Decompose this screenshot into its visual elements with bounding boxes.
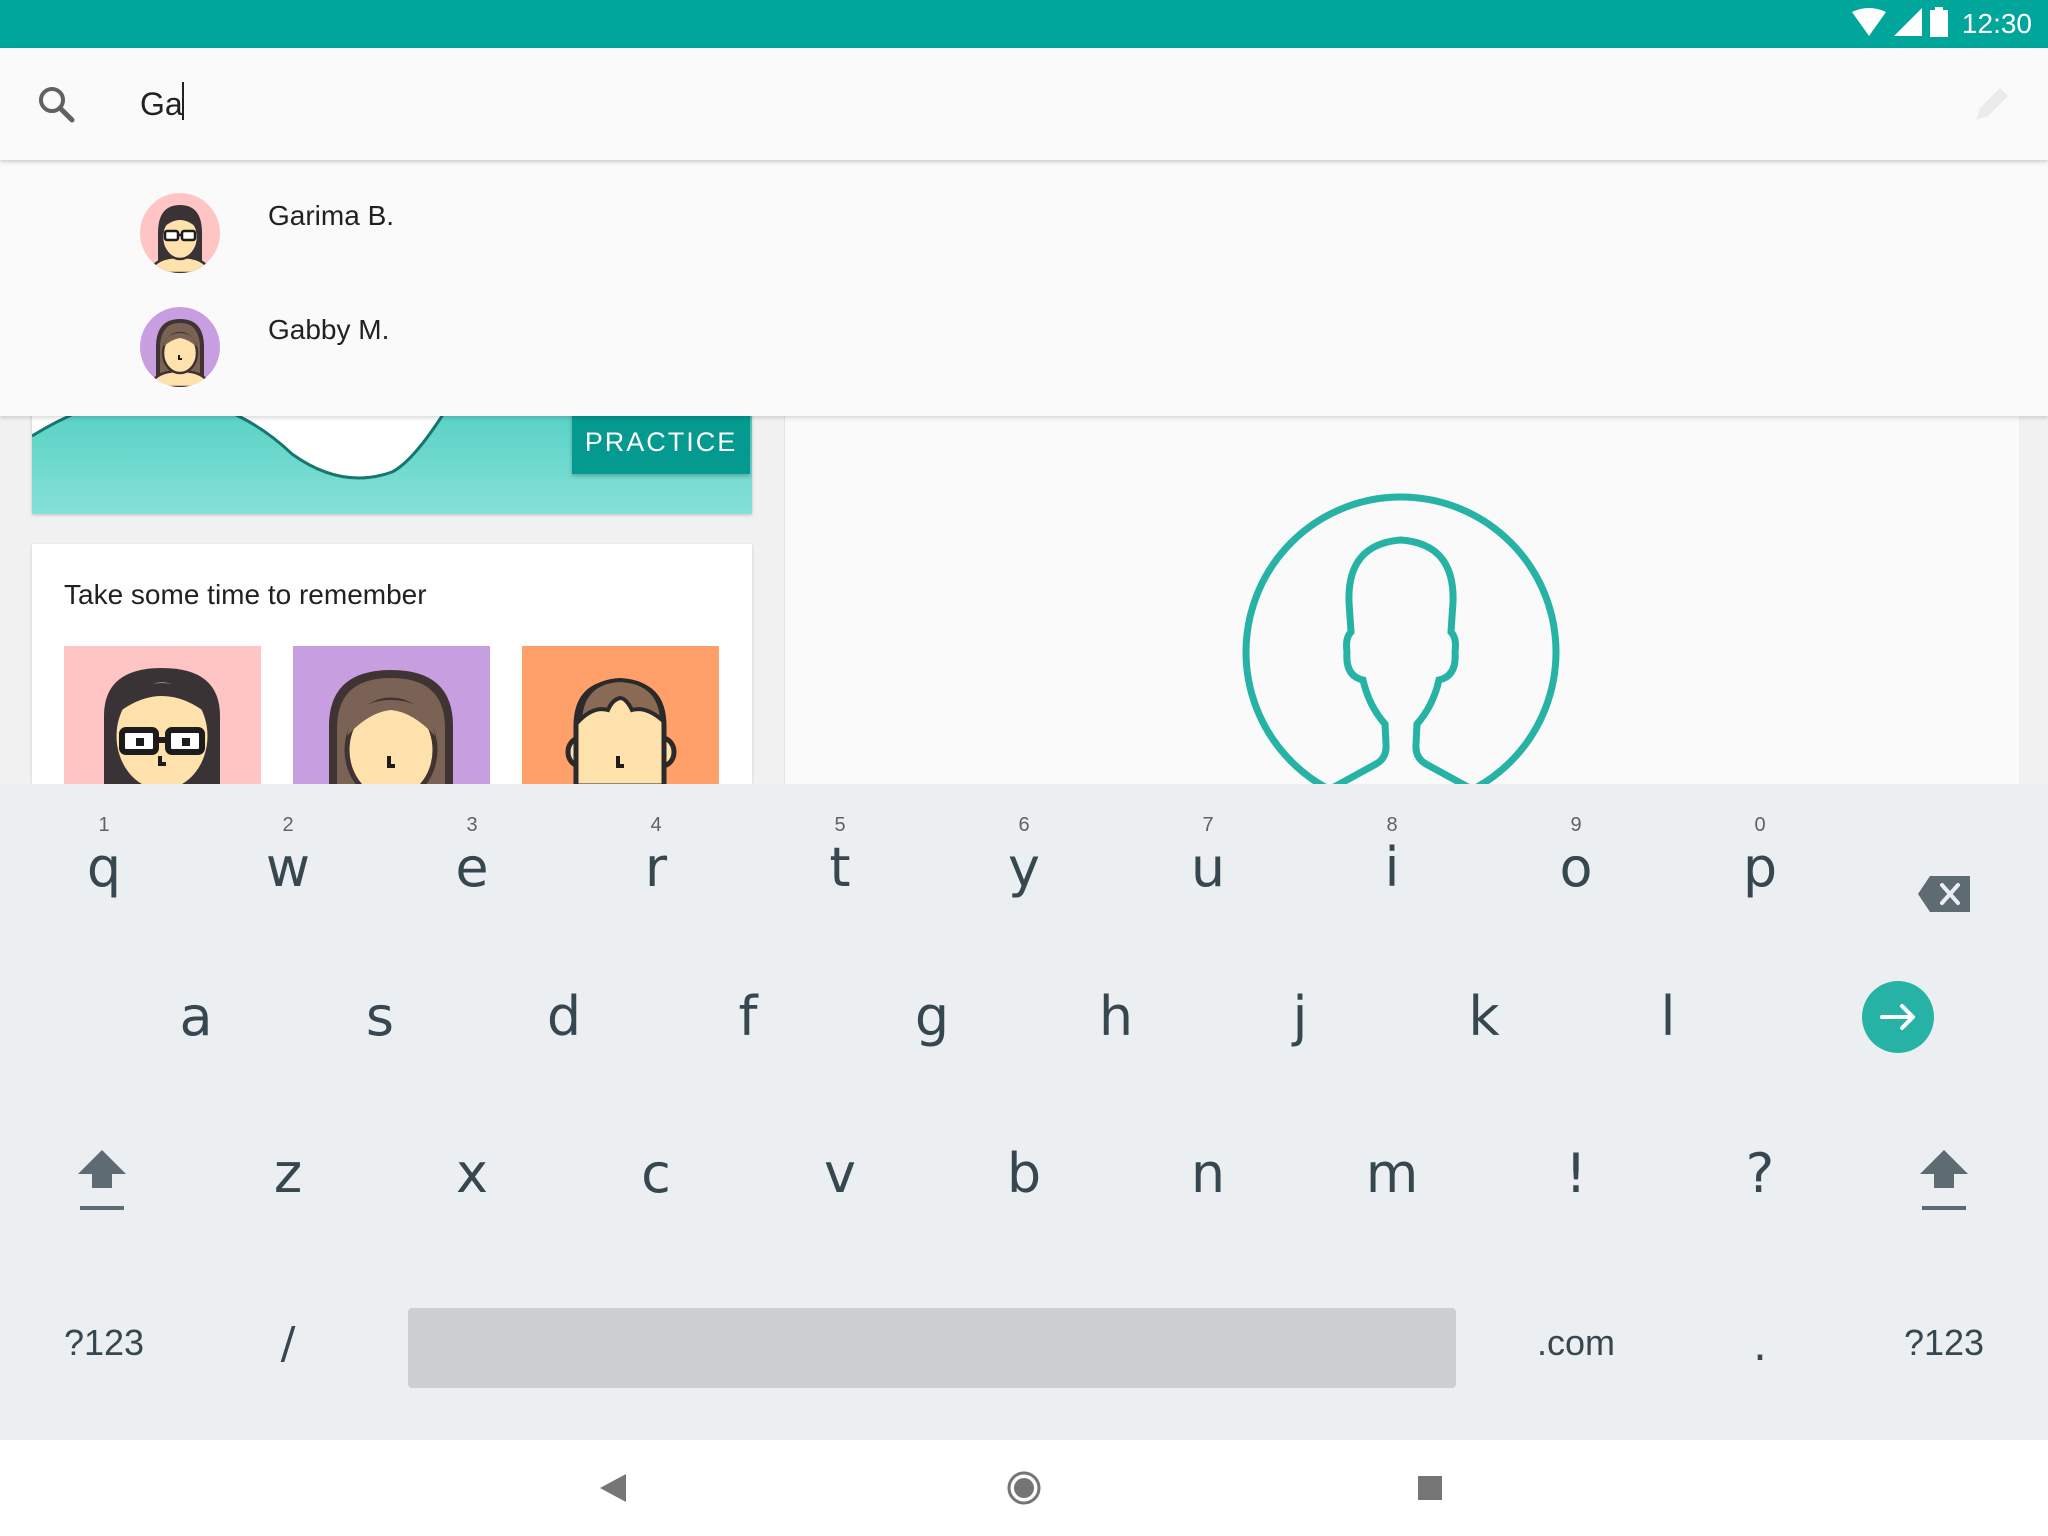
edit-icon[interactable] xyxy=(1972,84,2012,129)
key-k[interactable]: k xyxy=(1392,941,1576,1091)
key-b[interactable]: b xyxy=(932,1098,1116,1248)
key-m[interactable]: m xyxy=(1300,1098,1484,1248)
key-t[interactable]: 5t xyxy=(748,784,932,934)
search-icon xyxy=(36,84,76,129)
key-h[interactable]: h xyxy=(1024,941,1208,1091)
backspace-key[interactable] xyxy=(1852,784,2036,934)
remember-face-man[interactable] xyxy=(522,646,719,784)
key-slash[interactable]: / xyxy=(196,1274,380,1424)
remember-title: Take some time to remember xyxy=(64,579,427,610)
key-v[interactable]: v xyxy=(748,1098,932,1248)
remember-face-garima[interactable] xyxy=(64,646,261,784)
backspace-icon xyxy=(1918,862,1970,925)
wifi-icon xyxy=(1851,7,1886,41)
remember-card: Take some time to remember xyxy=(32,544,752,784)
on-screen-keyboard: 1q 2w 3e 4r 5t 6y 7u 8i 9o 0p a s d f g … xyxy=(0,784,2048,1440)
key-l[interactable]: l xyxy=(1576,941,1760,1091)
key-r[interactable]: 4r xyxy=(564,784,748,934)
symbols-key-left[interactable]: ?123 xyxy=(12,1274,196,1424)
key-n[interactable]: n xyxy=(1116,1098,1300,1248)
recents-icon[interactable] xyxy=(1418,1476,1442,1505)
enter-key[interactable] xyxy=(1806,941,1990,1091)
arrow-right-icon xyxy=(1862,981,1934,1066)
shift-icon xyxy=(76,1150,128,1227)
suggestion-item[interactable]: Gabby M. xyxy=(0,274,2048,388)
key-s[interactable]: s xyxy=(288,941,472,1091)
key-e[interactable]: 3e xyxy=(380,784,564,934)
key-c[interactable]: c xyxy=(564,1098,748,1248)
key-p[interactable]: 0p xyxy=(1668,784,1852,934)
remember-face-gabby[interactable] xyxy=(293,646,490,784)
key-w[interactable]: 2w xyxy=(196,784,380,934)
key-exclamation[interactable]: ! xyxy=(1484,1098,1668,1248)
shift-key-left[interactable] xyxy=(12,1098,196,1248)
key-j[interactable]: j xyxy=(1208,941,1392,1091)
shift-icon xyxy=(1918,1150,1970,1227)
key-u[interactable]: 7u xyxy=(1116,784,1300,934)
home-icon[interactable] xyxy=(1006,1470,1042,1511)
key-q[interactable]: 1q xyxy=(12,784,196,934)
key-a[interactable]: a xyxy=(104,941,288,1091)
back-icon[interactable] xyxy=(600,1474,626,1507)
suggestion-name: Garima B. xyxy=(268,200,395,231)
dotcom-key[interactable]: .com xyxy=(1484,1274,1668,1424)
status-icons: 12:30 xyxy=(1851,0,2032,48)
space-bar[interactable] xyxy=(408,1308,1456,1388)
key-o[interactable]: 9o xyxy=(1484,784,1668,934)
suggestion-name: Gabby M. xyxy=(268,314,390,345)
key-z[interactable]: z xyxy=(196,1098,380,1248)
avatar xyxy=(140,307,220,387)
key-g[interactable]: g xyxy=(840,941,1024,1091)
key-f[interactable]: f xyxy=(656,941,840,1091)
battery-icon xyxy=(1929,6,1948,42)
status-time: 12:30 xyxy=(1961,8,2032,39)
period-key[interactable]: . xyxy=(1668,1274,1852,1424)
search-bar xyxy=(0,48,2048,160)
suggestion-item[interactable]: Garima B. xyxy=(0,160,2048,274)
key-y[interactable]: 6y xyxy=(932,784,1116,934)
key-x[interactable]: x xyxy=(380,1098,564,1248)
avatar xyxy=(140,193,220,273)
key-d[interactable]: d xyxy=(472,941,656,1091)
key-question[interactable]: ? xyxy=(1668,1098,1852,1248)
profile-placeholder-icon xyxy=(1241,492,1571,797)
search-suggestions: Garima B. Gabby M. xyxy=(0,160,2048,416)
cell-signal-icon xyxy=(1893,7,1922,41)
shift-key-right[interactable] xyxy=(1852,1098,2036,1248)
practice-button[interactable]: PRACTICE xyxy=(572,410,750,474)
symbols-key-right[interactable]: ?123 xyxy=(1852,1274,2036,1424)
status-bar: 12:30 xyxy=(0,0,2048,48)
text-cursor xyxy=(182,82,184,120)
navigation-bar xyxy=(0,1440,2048,1536)
search-input[interactable] xyxy=(140,76,1640,132)
key-i[interactable]: 8i xyxy=(1300,784,1484,934)
